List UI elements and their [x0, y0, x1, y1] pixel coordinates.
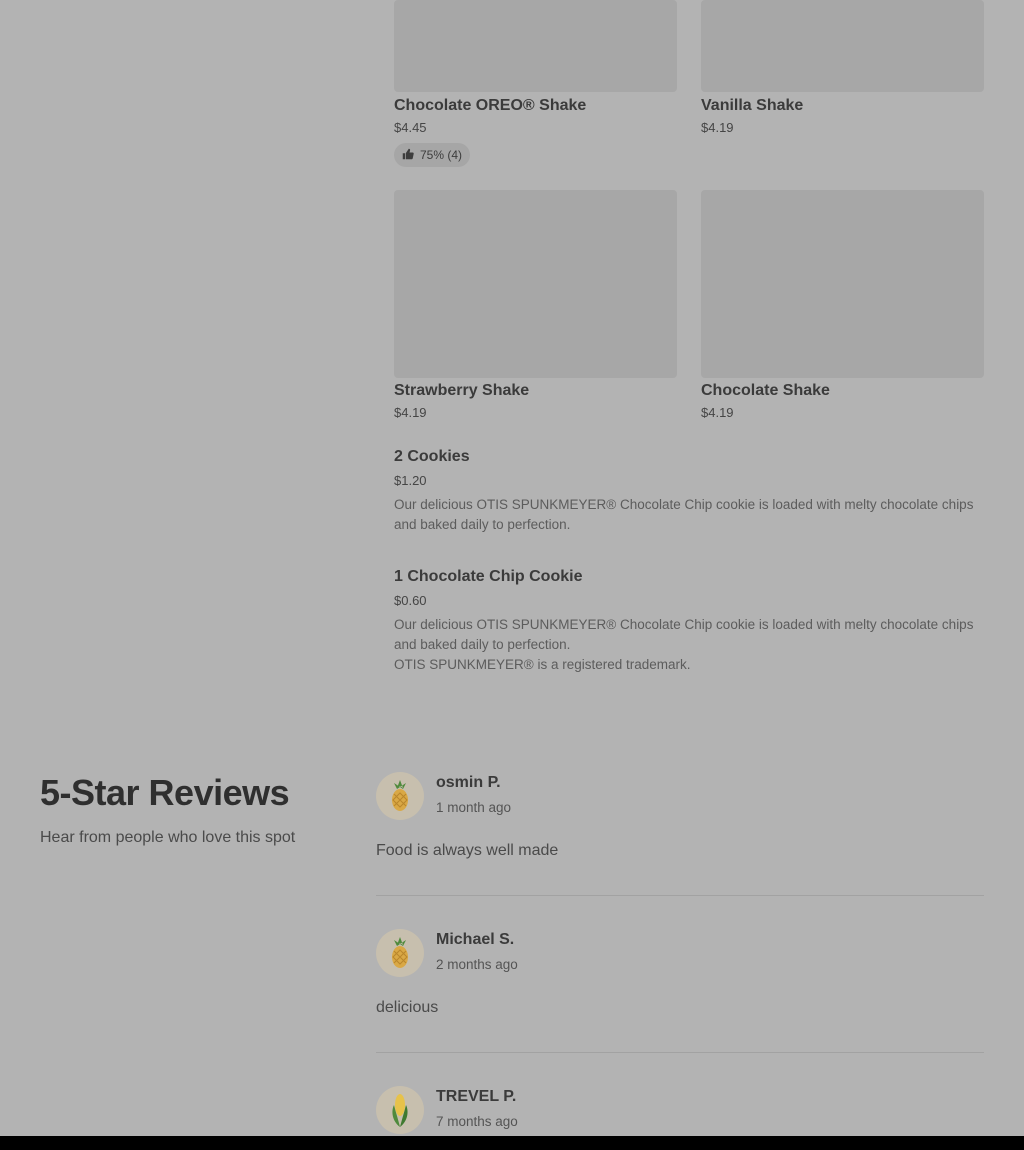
pineapple-icon — [376, 772, 424, 820]
item-image — [701, 0, 984, 92]
item-price: $4.19 — [701, 120, 734, 135]
item-name: Chocolate Shake — [701, 382, 830, 399]
menu-item-vanilla-shake[interactable]: Vanilla Shake $4.19 — [701, 0, 984, 137]
item-description: Our delicious OTIS SPUNKMEYER® Chocolate… — [394, 497, 974, 532]
item-price: $4.45 — [394, 120, 427, 135]
review-date: 7 months ago — [436, 1114, 518, 1129]
item-image — [394, 190, 677, 378]
reviewer-name: Michael S. — [436, 931, 515, 948]
thumbs-up-icon — [402, 148, 414, 163]
reviewer-name: TREVEL P. — [436, 1088, 517, 1105]
review-text: Food is always well made — [376, 842, 559, 859]
item-name: 1 Chocolate Chip Cookie — [394, 568, 583, 585]
review-card: osmin P. 1 month ago Food is always well… — [376, 772, 984, 897]
menu-item-2-cookies[interactable]: 2 Cookies $1.20 Our delicious OTIS SPUNK… — [394, 447, 984, 535]
item-name: Chocolate OREO® Shake — [394, 97, 587, 114]
bottom-bar — [0, 1136, 1024, 1150]
reviews-subtitle: Hear from people who love this spot — [40, 829, 296, 846]
item-description: Our delicious OTIS SPUNKMEYER® Chocolate… — [394, 617, 974, 652]
review-date: 1 month ago — [436, 800, 512, 815]
pineapple-icon — [376, 929, 424, 977]
reviews-title: 5-Star Reviews — [40, 772, 290, 813]
item-name: Vanilla Shake — [701, 97, 804, 114]
item-image — [394, 0, 677, 92]
item-price: $0.60 — [394, 593, 427, 608]
item-price: $1.20 — [394, 473, 427, 488]
menu-item-chocolate-oreo-shake[interactable]: Chocolate OREO® Shake $4.45 75% (4) — [394, 0, 677, 167]
review-date: 2 months ago — [436, 957, 518, 972]
item-name: Strawberry Shake — [394, 382, 530, 399]
item-image — [701, 190, 984, 378]
reviewer-name: osmin P. — [436, 774, 501, 791]
review-card: Michael S. 2 months ago delicious — [376, 929, 984, 1054]
rating-text: 75% (4) — [420, 148, 463, 162]
menu-item-strawberry-shake[interactable]: Strawberry Shake $4.19 — [394, 190, 677, 422]
menu-item-chocolate-shake[interactable]: Chocolate Shake $4.19 — [701, 190, 984, 422]
item-price: $4.19 — [394, 405, 427, 420]
menu-item-1-chocolate-chip-cookie[interactable]: 1 Chocolate Chip Cookie $0.60 Our delici… — [394, 567, 984, 675]
item-price: $4.19 — [701, 405, 734, 420]
divider — [376, 895, 984, 896]
review-card: TREVEL P. 7 months ago — [376, 1086, 984, 1136]
item-note: OTIS SPUNKMEYER® is a registered tradema… — [394, 657, 691, 672]
review-text: delicious — [376, 999, 439, 1016]
rating-badge: 75% (4) — [394, 143, 471, 167]
item-name: 2 Cookies — [394, 448, 470, 465]
divider — [376, 1052, 984, 1053]
corn-icon — [376, 1086, 424, 1134]
